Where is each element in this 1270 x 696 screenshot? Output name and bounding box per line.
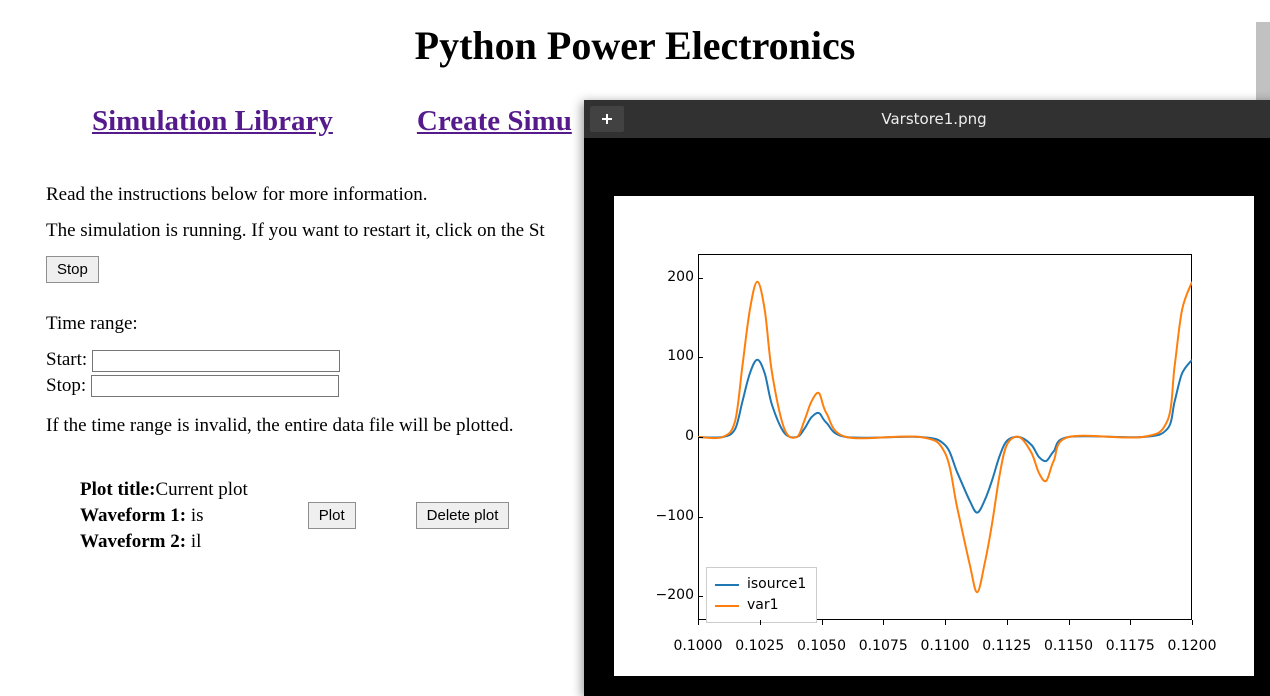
stop-button[interactable]: Stop (46, 256, 99, 283)
series-var1 (698, 282, 1192, 592)
x-tick-label: 0.1100 (920, 638, 970, 654)
waveform1-label: Waveform 1: (80, 505, 191, 526)
y-tick-label: 200 (642, 269, 694, 285)
x-tick-label: 0.1025 (735, 638, 785, 654)
waveform1-value: is (191, 505, 204, 526)
image-viewer-filename: Varstore1.png (624, 110, 1270, 128)
start-input[interactable] (92, 350, 340, 372)
x-tick-label: 0.1050 (797, 638, 847, 654)
chart-legend: isource1var1 (706, 567, 817, 623)
y-tick-label: 0 (642, 428, 694, 444)
legend-entry: isource1 (715, 574, 806, 595)
plot-title-value: Current plot (155, 479, 247, 500)
expand-icon[interactable] (590, 106, 624, 132)
plot-title-label: Plot title: (80, 479, 155, 500)
legend-label: isource1 (747, 574, 806, 595)
x-tick-label: 0.1150 (1044, 638, 1094, 654)
legend-swatch-icon (715, 584, 739, 586)
start-label: Start: (46, 349, 92, 370)
x-tick-label: 0.1000 (673, 638, 723, 654)
legend-entry: var1 (715, 595, 806, 616)
image-viewer-titlebar[interactable]: Varstore1.png (584, 100, 1270, 138)
image-viewer-window: Varstore1.png isource1var1 −200 −100 0 100 2… (584, 100, 1270, 696)
x-tick-label: 0.1125 (982, 638, 1032, 654)
x-tick-label: 0.1075 (858, 638, 908, 654)
nav-create-simulation[interactable]: Create Simu (417, 105, 572, 138)
x-tick-label: 0.1200 (1167, 638, 1217, 654)
plot-info: Plot title:Current plot Waveform 1: is W… (80, 477, 248, 554)
waveform2-value: il (191, 531, 202, 552)
y-tick-label: 100 (642, 348, 694, 364)
delete-plot-button[interactable]: Delete plot (416, 502, 510, 529)
y-tick-label: −200 (642, 587, 694, 603)
plot-button[interactable]: Plot (308, 502, 356, 529)
chart-figure: isource1var1 −200 −100 0 100 200 0.1000 0.1025… (614, 196, 1254, 676)
legend-swatch-icon (715, 605, 739, 607)
x-tick-label: 0.1175 (1105, 638, 1155, 654)
y-tick-label: −100 (642, 508, 694, 524)
legend-label: var1 (747, 595, 779, 616)
stop-input[interactable] (91, 375, 339, 397)
page-title: Python Power Electronics (46, 22, 1224, 69)
stop-label: Stop: (46, 375, 91, 396)
nav-simulation-library[interactable]: Simulation Library (92, 105, 333, 138)
waveform2-label: Waveform 2: (80, 531, 191, 552)
